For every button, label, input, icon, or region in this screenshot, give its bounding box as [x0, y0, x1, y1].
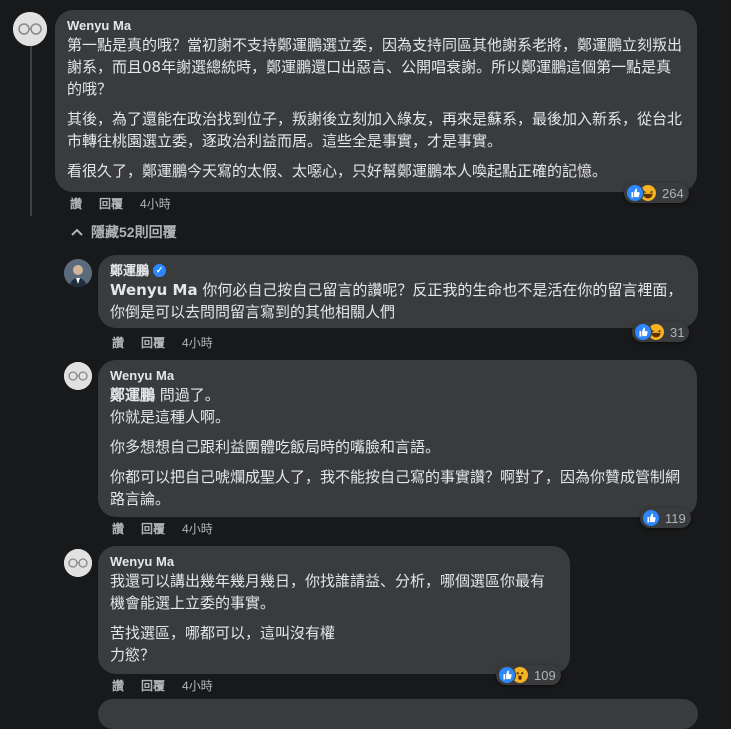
comment-actions: 讚 回覆 4小時	[70, 195, 171, 212]
comment-text: 看很久了，鄭運鵬今天寫的太假、太噁心，只好幫鄭運鵬本人喚起點正確的記憶。	[67, 162, 608, 180]
hidden-replies-toggle[interactable]: 隱藏52則回覆	[71, 222, 177, 242]
comment-text: 第一點是真的哦？當初謝不支持鄭運鵬選立委，因為支持同區其他謝系老將，鄭運鵬立刻叛…	[67, 36, 683, 98]
reaction-summary[interactable]: 109	[496, 665, 561, 685]
like-button[interactable]: 讚	[70, 195, 82, 212]
like-reaction-icon	[498, 666, 516, 684]
reply-button[interactable]: 回覆	[99, 195, 123, 212]
author-name[interactable]: Wenyu Ma	[110, 553, 174, 570]
mention-link[interactable]: 鄭運鵬	[110, 386, 155, 404]
comment-actions: 讚 回覆 4小時	[112, 520, 213, 537]
reaction-summary[interactable]: 119	[640, 508, 691, 528]
comment-author[interactable]: 鄭運鵬 ✓	[110, 262, 686, 279]
avatar-default-icon	[64, 549, 92, 577]
comment-text: 你多想想自己跟利益團體吃飯局時的嘴臉和言語。	[110, 438, 441, 456]
timestamp[interactable]: 4小時	[140, 195, 171, 212]
comment-author[interactable]: Wenyu Ma	[110, 553, 558, 570]
comment-text: 你就是這種人啊。	[110, 408, 231, 426]
chevron-up-icon	[71, 228, 83, 236]
timestamp[interactable]: 4小時	[182, 334, 213, 351]
reaction-count: 264	[662, 185, 684, 201]
author-name[interactable]: 鄭運鵬	[110, 262, 149, 279]
like-button[interactable]: 讚	[112, 334, 124, 351]
comment-text: 你都可以把自己唬爛成聖人了，我不能按自己寫的事實讚？啊對了，因為你贊成管制網路言…	[110, 468, 681, 508]
avatar[interactable]	[64, 362, 92, 390]
comment-author[interactable]: Wenyu Ma	[67, 17, 685, 34]
reply-bubble: Wenyu Ma 鄭運鵬 問過了。 你就是這種人啊。 你多想想自己跟利益團體吃飯…	[98, 360, 697, 517]
reaction-count: 119	[665, 510, 686, 526]
timestamp[interactable]: 4小時	[182, 677, 213, 694]
comment-text: Wenyu Ma 你何必自己按自己留言的讚呢？反正我的生命也不是活在你的留言裡面…	[110, 279, 686, 323]
reply-bubble: Wenyu Ma 我還可以講出幾年幾月幾日，你找誰請益、分析，哪個選區你最有機會…	[98, 546, 570, 674]
thread-line	[30, 46, 32, 216]
hidden-replies-label: 隱藏52則回覆	[91, 224, 177, 240]
avatar-photo-icon	[64, 259, 92, 287]
reply-button[interactable]: 回覆	[141, 334, 165, 351]
like-reaction-icon	[626, 184, 644, 202]
reply-button[interactable]: 回覆	[141, 677, 165, 694]
like-button[interactable]: 讚	[112, 520, 124, 537]
reaction-summary[interactable]: 264	[624, 183, 689, 203]
comment-actions: 讚 回覆 4小時	[112, 677, 213, 694]
comment-actions: 讚 回覆 4小時	[112, 334, 213, 351]
timestamp[interactable]: 4小時	[182, 520, 213, 537]
reply-button[interactable]: 回覆	[141, 520, 165, 537]
author-name[interactable]: Wenyu Ma	[67, 17, 131, 34]
author-name[interactable]: Wenyu Ma	[110, 367, 174, 384]
avatar[interactable]	[13, 12, 47, 46]
avatar[interactable]	[64, 259, 92, 287]
comment-text: 其後，為了還能在政治找到位子，叛謝後立刻加入綠友，再來是蘇系，最後加入新系，從台…	[67, 110, 683, 150]
comment-text: 苦找選區，哪都可以，這叫沒有權力慾？	[110, 624, 336, 664]
comment-bubble: Wenyu Ma 第一點是真的哦？當初謝不支持鄭運鵬選立委，因為支持同區其他謝系…	[55, 10, 697, 192]
mention-link[interactable]: Wenyu Ma	[110, 281, 198, 299]
avatar-default-icon	[64, 362, 92, 390]
like-button[interactable]: 讚	[112, 677, 124, 694]
comment-text: 我還可以講出幾年幾月幾日，你找誰請益、分析，哪個選區你最有機會能選上立委的事實。	[110, 572, 546, 612]
verified-badge-icon: ✓	[153, 264, 167, 277]
like-reaction-icon	[642, 509, 660, 527]
reply-bubble-partial	[98, 699, 698, 729]
avatar[interactable]	[64, 549, 92, 577]
like-reaction-icon	[634, 323, 652, 341]
reaction-count: 109	[534, 667, 556, 683]
avatar-default-icon	[13, 12, 47, 46]
reply-bubble: 鄭運鵬 ✓ Wenyu Ma 你何必自己按自己留言的讚呢？反正我的生命也不是活在…	[98, 255, 698, 328]
comment-author[interactable]: Wenyu Ma	[110, 367, 685, 384]
reaction-summary[interactable]: 31	[632, 322, 690, 342]
reaction-count: 31	[670, 324, 685, 340]
comment-body: 問過了。	[159, 386, 220, 404]
comment-text: 鄭運鵬 問過了。	[110, 384, 685, 406]
